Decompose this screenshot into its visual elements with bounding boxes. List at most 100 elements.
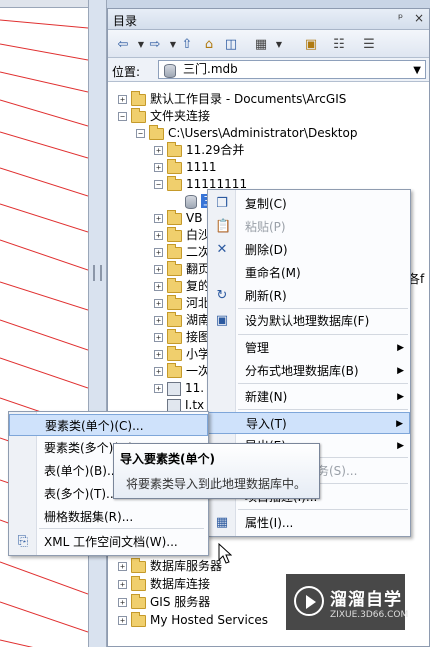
context-menu-item[interactable]: ❐ 复制(C) [208, 193, 410, 215]
tooltip-title: 导入要素类(单个) [120, 452, 215, 466]
folder-icon [167, 175, 182, 191]
watermark-url: ZIXUE.3D66.COM [330, 610, 409, 620]
expand-toggle-icon[interactable]: + [154, 214, 163, 223]
submenu-item[interactable]: 栅格数据集(R)... [9, 506, 208, 528]
tree-item[interactable]: + 默认工作目录 - Documents\ArcGIS [118, 90, 346, 108]
tree-item-label: C:\Users\Administrator\Desktop [168, 126, 358, 140]
database-icon [164, 64, 176, 78]
context-menu-item[interactable]: 导入(T) ▶ [208, 412, 410, 434]
tree-item[interactable]: + 复的 [154, 277, 210, 295]
expand-toggle-icon[interactable]: + [154, 231, 163, 240]
tree-item[interactable]: +1111 [154, 158, 217, 176]
expand-toggle-icon[interactable]: + [118, 616, 127, 625]
view-dropdown-icon[interactable]: ▼ [270, 35, 288, 53]
context-menu-item[interactable]: 📋 粘贴(P) [208, 216, 410, 238]
up-level-icon[interactable]: ⇧ [178, 35, 196, 53]
menu-item-label: 属性(I)... [245, 516, 294, 530]
expand-toggle-icon[interactable]: + [154, 299, 163, 308]
context-menu-item[interactable]: ▣ 设为默认地理数据库(F) [208, 310, 410, 332]
expand-toggle-icon[interactable]: + [154, 163, 163, 172]
context-menu-item[interactable]: ✕ 删除(D) [208, 239, 410, 261]
tree-item[interactable]: − C:\Users\Administrator\Desktop [136, 124, 357, 142]
tree-item[interactable]: + 接图 [154, 328, 210, 346]
submenu-item-label: 表(多个)(T)... [44, 487, 118, 501]
tree-item[interactable]: +11.29合并 [154, 141, 244, 159]
expand-toggle-icon[interactable]: − [136, 129, 145, 138]
expand-toggle-icon[interactable]: + [154, 248, 163, 257]
submenu-item-label: 表(单个)(B)... [44, 464, 119, 478]
location-input[interactable]: 三门.mdb ▼ [158, 60, 426, 79]
panel-title: 目录 [113, 14, 138, 28]
tree-item-label: I.tx [185, 398, 205, 412]
expand-toggle-icon[interactable]: − [118, 112, 127, 121]
tree-item[interactable]: + 湖南 [154, 311, 210, 329]
submenu-item[interactable]: 要素类(单个)(C)... [9, 414, 208, 436]
connect-folder-icon[interactable]: ◫ [222, 35, 240, 53]
context-menu-item[interactable]: 分布式地理数据库(B) ▶ [208, 360, 410, 382]
submenu-arrow-icon: ▶ [397, 441, 404, 451]
tree-item[interactable]: − 文件夹连接 [118, 107, 210, 125]
menu-separator [238, 308, 408, 309]
tree-item[interactable]: + 数据库服务器 [118, 557, 222, 575]
context-menu-item[interactable]: 新建(N) ▶ [208, 386, 410, 408]
expand-toggle-icon[interactable]: + [118, 598, 127, 607]
expand-toggle-icon[interactable]: + [154, 282, 163, 291]
tree-item[interactable]: + 一次 [154, 362, 210, 380]
xml-document-icon: ⎘ [17, 534, 29, 549]
tree-item[interactable]: + 数据库连接 [118, 575, 210, 593]
tree-item[interactable]: + My Hosted Services [118, 611, 268, 629]
expand-toggle-icon[interactable]: + [154, 316, 163, 325]
expand-toggle-icon[interactable]: + [154, 265, 163, 274]
tooltip-description: 将要素类导入到此地理数据库中。 [126, 477, 307, 491]
expand-toggle-icon[interactable]: + [118, 95, 127, 104]
submenu-item[interactable]: ⎘ XML 工作空间文档(W)... [9, 531, 208, 553]
splitter-grip[interactable] [93, 265, 102, 281]
tree-item[interactable]: + 白沙 [154, 226, 210, 244]
context-menu-item[interactable]: ↻ 刷新(R) [208, 285, 410, 307]
server-icon [131, 557, 146, 573]
expand-toggle-icon[interactable]: + [118, 562, 127, 571]
location-dropdown-icon[interactable]: ▼ [413, 62, 421, 79]
watermark: 溜溜自学 ZIXUE.3D66.COM [286, 574, 409, 630]
pin-icon[interactable]: ᵖ [398, 11, 403, 25]
location-value: 三门.mdb [183, 62, 238, 76]
context-menu-item[interactable]: 重命名(M) [208, 262, 410, 284]
context-menu-item[interactable]: 管理 ▶ [208, 337, 410, 359]
expand-toggle-icon[interactable]: + [154, 367, 163, 376]
expand-toggle-icon[interactable]: − [154, 180, 163, 189]
tree-item[interactable]: + 河北 [154, 294, 210, 312]
tree-item[interactable]: + VB [154, 209, 202, 227]
tree-item[interactable]: + 小学 [154, 345, 210, 363]
view-grid-icon[interactable]: ▦ [252, 35, 270, 53]
location-label: 位置: [112, 65, 141, 79]
menu-separator [238, 509, 408, 510]
expand-toggle-icon[interactable]: + [154, 146, 163, 155]
map-line [0, 319, 88, 351]
expand-toggle-icon[interactable]: + [154, 384, 163, 393]
catalog-titlebar: 目录 ᵖ × [108, 9, 429, 30]
server-icon [131, 593, 146, 609]
expand-toggle-icon[interactable]: + [154, 350, 163, 359]
tree-item-label: 11. [185, 381, 205, 395]
tree-item[interactable]: + 翻页 [154, 260, 210, 278]
tooltip: 导入要素类(单个) 将要素类导入到此地理数据库中。 [113, 443, 320, 499]
menu-item-label: 刷新(R) [245, 289, 287, 303]
toggle-tree-icon[interactable]: ☷ [330, 35, 348, 53]
map-line [0, 167, 88, 197]
back-icon[interactable]: ⇦ [114, 35, 132, 53]
home-icon[interactable]: ⌂ [200, 35, 218, 53]
context-menu-item[interactable]: ▦ 属性(I)... [208, 512, 410, 534]
expand-toggle-icon[interactable]: + [154, 333, 163, 342]
forward-icon[interactable]: ⇨ [146, 35, 164, 53]
options-icon[interactable]: ☰ [360, 35, 378, 53]
folder-icon [131, 107, 146, 123]
tree-item[interactable]: +11. [154, 379, 204, 397]
tree-item-label: 文件夹连接 [150, 109, 211, 123]
new-folder-icon[interactable]: ▣ [302, 35, 320, 53]
tree-item[interactable]: + GIS 服务器 [118, 593, 210, 611]
map-line [0, 131, 88, 159]
expand-toggle-icon[interactable]: + [118, 580, 127, 589]
catalog-toolbar: ⇦ ▼ ⇨ ▼ ⇧ ⌂ ◫ ▦ ▼ ▣ ☷ ☰ [108, 30, 429, 58]
tree-item[interactable]: + 二次 [154, 243, 210, 261]
close-icon[interactable]: × [414, 11, 424, 25]
